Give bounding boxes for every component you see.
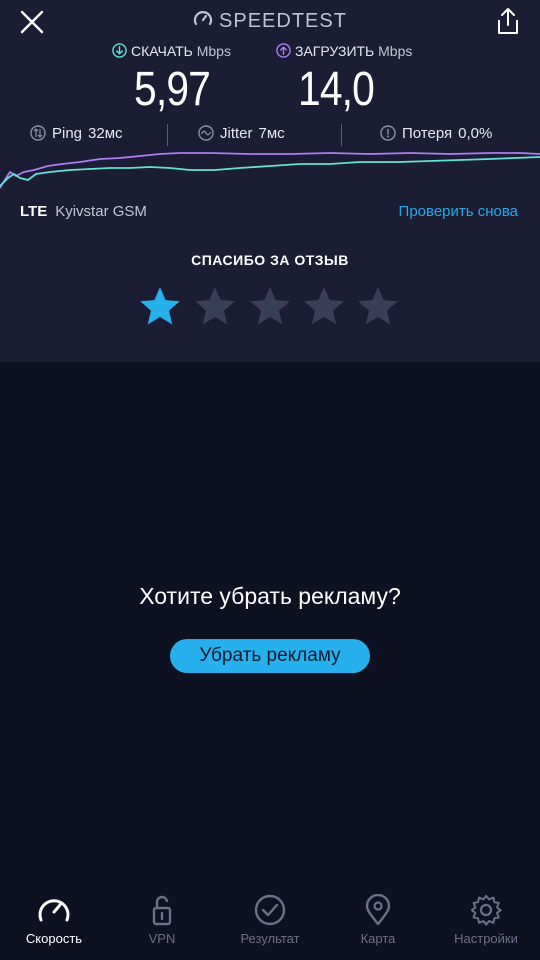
remove-ads-button[interactable]: Убрать рекламу bbox=[170, 639, 370, 673]
divider bbox=[167, 124, 168, 146]
star-icon-4[interactable] bbox=[303, 285, 345, 327]
nav-label: Настройки bbox=[454, 931, 518, 946]
gear-icon bbox=[470, 894, 502, 926]
download-arrow-icon bbox=[112, 43, 127, 58]
upload-label: ЗАГРУЗИТЬ Mbps bbox=[276, 43, 412, 59]
nav-item-settings[interactable]: Настройки bbox=[432, 894, 540, 946]
check-circle-icon bbox=[254, 894, 286, 926]
nav-item-speed[interactable]: Скорость bbox=[0, 894, 108, 946]
speed-gauge-icon bbox=[38, 899, 70, 922]
nav-item-vpn[interactable]: VPN bbox=[108, 894, 216, 946]
upload-speed-value: 14,0 bbox=[298, 63, 375, 116]
retest-link[interactable]: Проверить снова bbox=[399, 203, 518, 220]
remove-ads-question: Хотите убрать рекламу? bbox=[139, 583, 401, 609]
results-panel: SPEEDTEST СКАЧАТЬ Mbps ЗАГРУЗИТЬ Mbps 5,… bbox=[0, 0, 540, 362]
star-icon-2[interactable] bbox=[194, 285, 236, 327]
star-icon-3[interactable] bbox=[249, 285, 291, 327]
nav-item-map[interactable]: Карта bbox=[324, 894, 432, 946]
loss-label: Потеря bbox=[402, 125, 453, 142]
lock-icon bbox=[152, 895, 172, 926]
map-pin-icon bbox=[365, 894, 391, 926]
ping-value: 32мс bbox=[88, 125, 123, 142]
speed-graph bbox=[0, 152, 540, 189]
feedback-title: СПАСИБО ЗА ОТЗЫВ bbox=[191, 252, 349, 268]
rating-stars bbox=[139, 285, 401, 329]
loss-value: 0,0% bbox=[458, 125, 493, 142]
app-title: SPEEDTEST bbox=[0, 10, 540, 33]
star-icon-5[interactable] bbox=[357, 285, 399, 327]
star-icon-1[interactable] bbox=[139, 285, 181, 327]
share-icon[interactable] bbox=[494, 6, 522, 36]
nav-label: Карта bbox=[360, 931, 396, 946]
upload-graph-line bbox=[0, 152, 540, 189]
provider-name: Kyivstar GSM bbox=[55, 203, 147, 220]
nav-item-results[interactable]: Результат bbox=[216, 894, 324, 946]
packet-loss-icon bbox=[380, 125, 396, 141]
bottom-nav: Скорость VPN Результат Карта Настройки bbox=[0, 880, 540, 960]
download-speed-value: 5,97 bbox=[134, 63, 211, 116]
jitter-value: 7мс bbox=[258, 125, 285, 142]
divider bbox=[341, 124, 342, 146]
speedtest-logo-icon bbox=[193, 11, 213, 26]
ping-metric: Ping 32мс bbox=[30, 125, 123, 142]
metrics-row: Ping 32мс Jitter 7мс Потеря 0,0% bbox=[0, 124, 540, 147]
ping-label: Ping bbox=[52, 125, 83, 142]
ping-icon bbox=[30, 125, 46, 141]
connection-type: LTE bbox=[20, 203, 48, 220]
jitter-label: Jitter bbox=[220, 125, 253, 142]
nav-label: VPN bbox=[148, 931, 176, 946]
connection-info: LTE Kyivstar GSM bbox=[20, 203, 147, 220]
nav-label: Скорость bbox=[25, 931, 83, 946]
jitter-metric: Jitter 7мс bbox=[198, 125, 285, 142]
jitter-icon bbox=[198, 125, 214, 141]
loss-metric: Потеря 0,0% bbox=[380, 125, 492, 142]
nav-label: Результат bbox=[240, 931, 300, 946]
upload-arrow-icon bbox=[276, 43, 291, 58]
download-label: СКАЧАТЬ Mbps bbox=[112, 43, 231, 59]
